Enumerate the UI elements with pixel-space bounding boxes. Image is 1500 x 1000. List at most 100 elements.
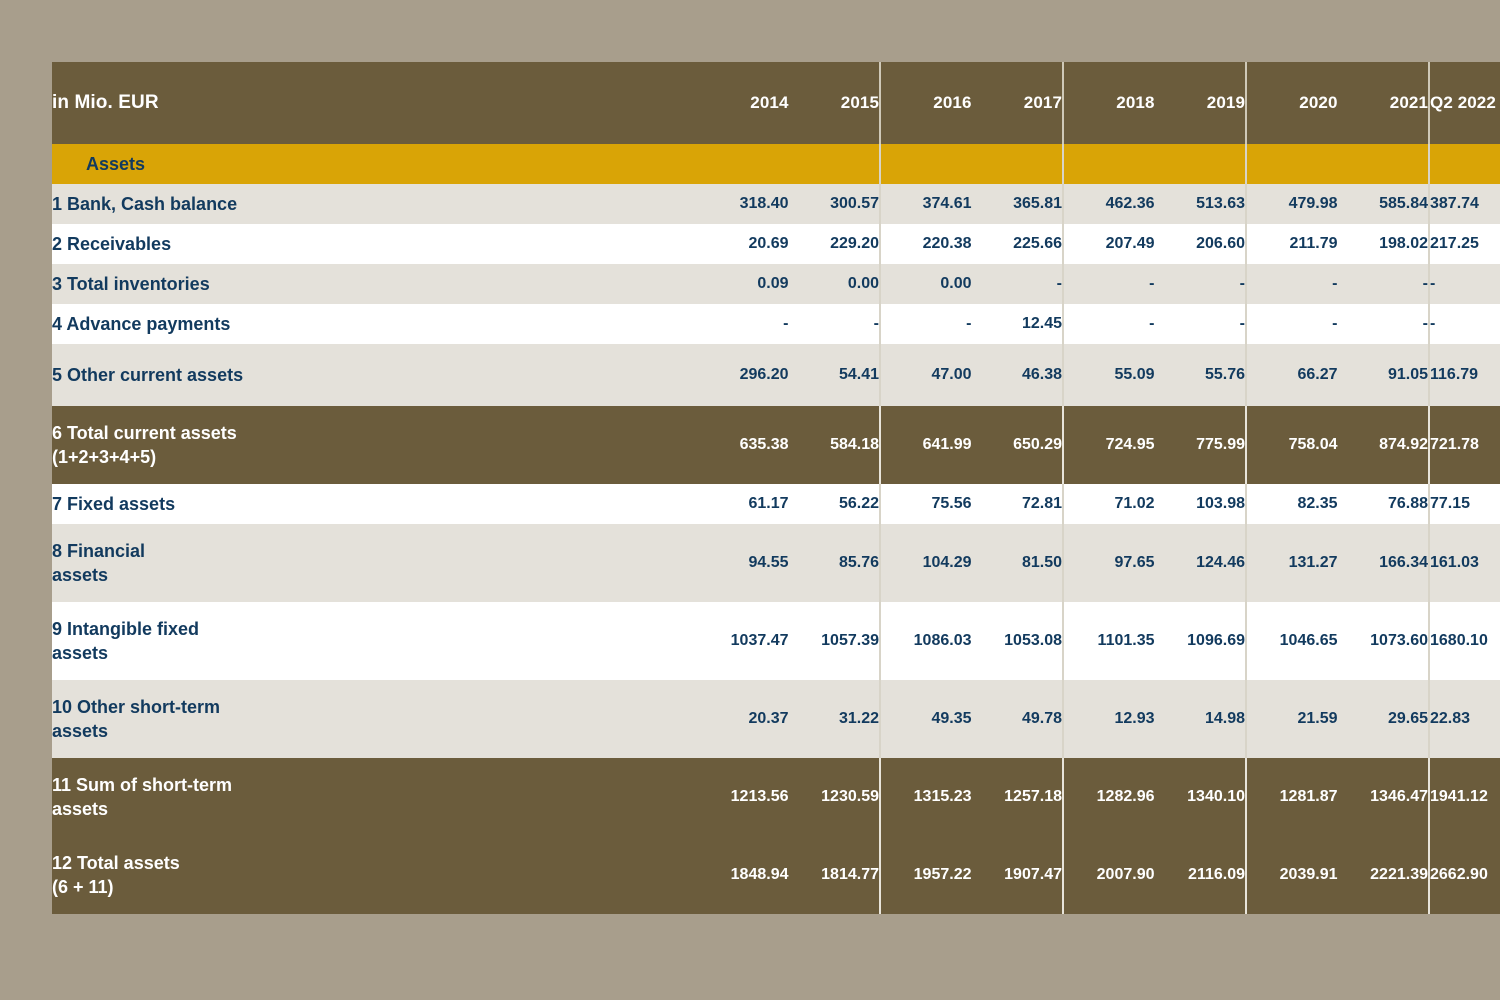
row-value: 2007.90 <box>1062 836 1155 914</box>
row-value: 1230.59 <box>788 758 880 836</box>
row-label: 7 Fixed assets <box>52 484 697 524</box>
row-label-line1: 9 Intangible fixed <box>52 618 200 639</box>
row-label: 4 Advance payments <box>52 304 697 344</box>
balance-sheet-table-container: in Mio. EUR 2014 2015 2016 2017 2018 201… <box>52 62 1500 938</box>
row-value: 374.61 <box>879 184 972 224</box>
row-value: 55.09 <box>1062 344 1155 406</box>
row-value: - <box>1337 264 1429 304</box>
row-value: - <box>788 304 880 344</box>
row-value: - <box>879 304 972 344</box>
row-value: 1096.69 <box>1154 602 1246 680</box>
section-spacer-2014 <box>697 144 789 184</box>
column-header-2014: 2014 <box>697 62 789 144</box>
table-header: in Mio. EUR 2014 2015 2016 2017 2018 201… <box>52 62 1500 144</box>
row-value: 49.78 <box>971 680 1063 758</box>
row-value: 1057.39 <box>788 602 880 680</box>
table-body: Assets 1 Bank, Cash balance 318.40 300.5… <box>52 144 1500 914</box>
table-row: 10 Other short-term assets 20.37 31.22 49… <box>52 680 1500 758</box>
row-value: 207.49 <box>1062 224 1155 264</box>
row-value: 387.74 <box>1428 184 1500 224</box>
table-row: 8 Financial assets 94.55 85.76 104.29 81.… <box>52 524 1500 602</box>
section-spacer-2017 <box>971 144 1063 184</box>
row-value: 94.55 <box>697 524 789 602</box>
row-value: 22.83 <box>1428 680 1500 758</box>
row-value: 47.00 <box>879 344 972 406</box>
row-value: 318.40 <box>697 184 789 224</box>
column-header-q2-2022: Q2 2022 <box>1428 62 1500 144</box>
row-value: 21.59 <box>1245 680 1338 758</box>
row-value: 365.81 <box>971 184 1063 224</box>
row-value: - <box>1245 304 1338 344</box>
table-row: 2 Receivables 20.69 229.20 220.38 225.66… <box>52 224 1500 264</box>
row-value: 758.04 <box>1245 406 1338 484</box>
row-value: 97.65 <box>1062 524 1155 602</box>
row-value: 1282.96 <box>1062 758 1155 836</box>
row-label: 11 Sum of short-term assets <box>52 758 697 836</box>
row-value: 20.69 <box>697 224 789 264</box>
row-value: 91.05 <box>1337 344 1429 406</box>
row-label-line1: 12 Total assets <box>52 852 180 873</box>
row-value: 206.60 <box>1154 224 1246 264</box>
row-value: 66.27 <box>1245 344 1338 406</box>
table-row: 3 Total inventories 0.09 0.00 0.00 - - -… <box>52 264 1500 304</box>
row-value: 71.02 <box>1062 484 1155 524</box>
row-value: 635.38 <box>697 406 789 484</box>
section-spacer-2020 <box>1245 144 1338 184</box>
table-header-row: in Mio. EUR 2014 2015 2016 2017 2018 201… <box>52 62 1500 144</box>
row-value: 2221.39 <box>1337 836 1429 914</box>
row-value: 82.35 <box>1245 484 1338 524</box>
row-label-line1: 6 Total current assets <box>52 422 237 443</box>
row-value: 198.02 <box>1337 224 1429 264</box>
row-value: 2662.90 <box>1428 836 1500 914</box>
row-value: 116.79 <box>1428 344 1500 406</box>
row-value: 1257.18 <box>971 758 1063 836</box>
row-value: 103.98 <box>1154 484 1246 524</box>
row-value: 0.00 <box>879 264 972 304</box>
section-spacer-q2-2022 <box>1428 144 1500 184</box>
section-title-assets: Assets <box>52 144 697 184</box>
row-label: 10 Other short-term assets <box>52 680 697 758</box>
row-value: 131.27 <box>1245 524 1338 602</box>
row-value: 1340.10 <box>1154 758 1246 836</box>
assets-balance-table: in Mio. EUR 2014 2015 2016 2017 2018 201… <box>52 62 1500 914</box>
row-value: 225.66 <box>971 224 1063 264</box>
column-header-2020: 2020 <box>1245 62 1338 144</box>
section-spacer-2021 <box>1337 144 1429 184</box>
row-value: 14.98 <box>1154 680 1246 758</box>
row-label: 9 Intangible fixed assets <box>52 602 697 680</box>
row-value: 85.76 <box>788 524 880 602</box>
row-value: 1037.47 <box>697 602 789 680</box>
row-value: - <box>1428 264 1500 304</box>
section-row-assets: Assets <box>52 144 1500 184</box>
row-value: 76.88 <box>1337 484 1429 524</box>
row-value: 72.81 <box>971 484 1063 524</box>
row-value: 55.76 <box>1154 344 1246 406</box>
row-value: 584.18 <box>788 406 880 484</box>
row-value: 20.37 <box>697 680 789 758</box>
row-value: 1907.47 <box>971 836 1063 914</box>
row-value: 104.29 <box>879 524 972 602</box>
section-spacer-2016 <box>879 144 972 184</box>
row-value: 721.78 <box>1428 406 1500 484</box>
row-value: 296.20 <box>697 344 789 406</box>
row-value: - <box>697 304 789 344</box>
row-value: 1848.94 <box>697 836 789 914</box>
row-value: 479.98 <box>1245 184 1338 224</box>
section-spacer-2019 <box>1154 144 1246 184</box>
row-value: 161.03 <box>1428 524 1500 602</box>
row-value: - <box>1062 264 1155 304</box>
row-value: 0.09 <box>697 264 789 304</box>
row-label: 5 Other current assets <box>52 344 697 406</box>
row-value: 2039.91 <box>1245 836 1338 914</box>
row-value: 12.93 <box>1062 680 1155 758</box>
row-value: - <box>1062 304 1155 344</box>
row-value: 61.17 <box>697 484 789 524</box>
table-row-total-assets: 12 Total assets (6 + 11) 1848.94 1814.77 … <box>52 836 1500 914</box>
row-value: 29.65 <box>1337 680 1429 758</box>
row-value: 12.45 <box>971 304 1063 344</box>
row-label-line2: assets <box>52 565 109 585</box>
column-header-2019: 2019 <box>1154 62 1246 144</box>
row-value: 513.63 <box>1154 184 1246 224</box>
row-value: 1101.35 <box>1062 602 1155 680</box>
column-header-2015: 2015 <box>788 62 880 144</box>
